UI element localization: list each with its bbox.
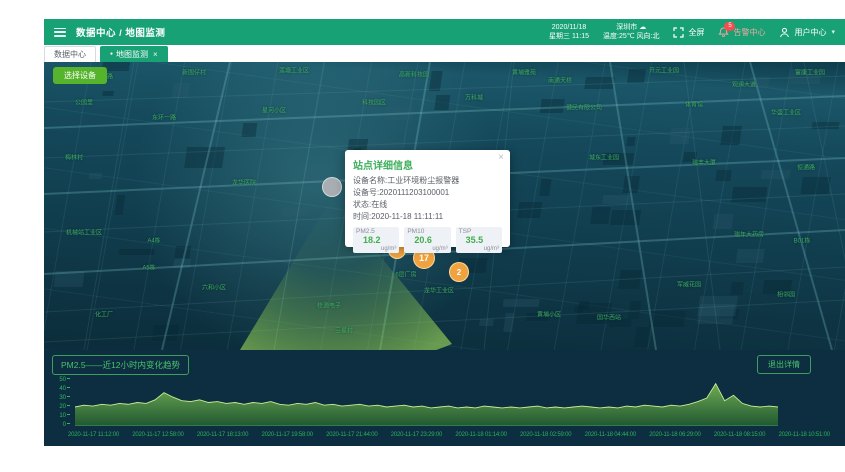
- chart-title-badge: PM2.5——近12小时内变化趋势: [52, 355, 189, 375]
- metric-value: 20.6: [414, 235, 432, 245]
- popup-info-line: 时间:2020-11-18 11:11:11: [353, 211, 502, 223]
- popup-info-line: 设备名称:工业环境粉尘报警器: [353, 175, 502, 187]
- x-axis-labels: 2020-11-17 11:12:00 2020-11-17 12:58:00 20…: [68, 432, 830, 438]
- popup-title: 站点详细信息: [353, 157, 502, 172]
- cloud-icon: ☁: [639, 24, 646, 31]
- pm25-trend-chart[interactable]: 50403020100 2020-11-17 11:12:002020-11-1…: [44, 376, 845, 446]
- fullscreen-button[interactable]: 全屏: [673, 27, 704, 38]
- exit-detail-button[interactable]: 退出详情: [757, 355, 811, 374]
- x-axis-tick-label: 2020-11-17 23:29:00: [391, 432, 442, 438]
- date-text: 2020/11/18: [549, 23, 589, 33]
- alarm-center-button[interactable]: 5 告警中心: [718, 27, 765, 38]
- top-header-bar: 数据中心 / 地图监测 2020/11/18 星期三 11:15 深圳市 ☁ 温…: [44, 19, 845, 45]
- station-detail-popup: × 站点详细信息 设备名称:工业环境粉尘报警器设备号:2020111203100…: [345, 150, 510, 247]
- x-axis-tick-label: 2020-11-18 04:44:00: [585, 432, 636, 438]
- popup-metrics-row: PM2.518.2ug/m³PM1020.6ug/m³TSP35.5ug/m³: [353, 227, 502, 253]
- x-axis-tick-label: 2020-11-17 18:13:00: [197, 432, 248, 438]
- y-axis-tick-label: 50: [44, 377, 70, 383]
- menu-toggle-icon[interactable]: [54, 28, 66, 37]
- select-device-button[interactable]: 选择设备: [53, 67, 107, 84]
- trend-chart-panel: PM2.5——近12小时内变化趋势 退出详情 50 40 30 20 10 0 2020-…: [44, 350, 845, 446]
- fullscreen-icon: [673, 27, 684, 38]
- tab-bar: 数据中心 ●地图监测 ×: [44, 46, 845, 62]
- weekday-time-text: 星期三 11:15: [549, 32, 589, 42]
- y-axis-tick-label: 20: [44, 404, 70, 410]
- user-center-label: 用户中心: [794, 27, 826, 38]
- alarm-badge: 5: [724, 22, 735, 31]
- x-axis-tick-label: 2020-11-18 06:29:00: [649, 432, 700, 438]
- x-axis-tick-label: 2020-11-17 11:12:00: [68, 432, 119, 438]
- metric-card-tsp: TSP35.5ug/m³: [456, 227, 502, 253]
- metric-name: PM2.5: [356, 228, 375, 235]
- x-axis-tick-label: 2020-11-18 01:14:00: [455, 432, 506, 438]
- alarm-center-label: 告警中心: [733, 27, 765, 38]
- active-tab-dot-icon: ●: [110, 52, 113, 57]
- metric-unit: ug/m³: [484, 246, 499, 252]
- breadcrumb: 数据中心 / 地图监测: [76, 25, 165, 39]
- map-canvas[interactable]: 罗田路新围仔村莲塘工业区高新科技园黄埔雅苑南通天桥开元工业园观澜大道富康工业园公…: [44, 62, 845, 350]
- popup-info-line: 设备号:2020111203100001: [353, 187, 502, 199]
- weather-detail-text: 温度:25℃ 风向:北: [603, 32, 659, 42]
- metric-name: TSP: [459, 228, 472, 235]
- popup-info-line: 状态:在线: [353, 199, 502, 211]
- cluster-marker[interactable]: 2: [449, 262, 469, 282]
- tab-label: 地图监测: [116, 49, 148, 60]
- metric-unit: ug/m³: [381, 246, 396, 252]
- area-chart-plot: [75, 380, 778, 428]
- popup-info-lines: 设备名称:工业环境粉尘报警器设备号:2020111203100001状态:在线时…: [353, 175, 502, 223]
- x-axis-tick-label: 2020-11-17 12:58:00: [132, 432, 183, 438]
- device-marker[interactable]: [322, 177, 342, 197]
- user-center-button[interactable]: 用户中心 ▾: [779, 27, 835, 38]
- y-axis-tick-label: 0: [44, 422, 70, 428]
- user-icon: [779, 27, 790, 38]
- x-axis-tick-label: 2020-11-18 10:51:00: [778, 432, 829, 438]
- x-axis-tick-label: 2020-11-17 21:44:00: [326, 432, 377, 438]
- chevron-down-icon[interactable]: ▾: [831, 28, 835, 36]
- y-axis-tick-label: 10: [44, 413, 70, 419]
- tab-close-icon[interactable]: ×: [153, 50, 158, 59]
- metric-name: PM10: [407, 228, 424, 235]
- metric-unit: ug/m³: [432, 246, 447, 252]
- x-axis-tick-label: 2020-11-17 19:58:00: [261, 432, 312, 438]
- x-axis-tick-label: 2020-11-18 08:15:00: [714, 432, 765, 438]
- city-text: 深圳市: [616, 24, 637, 31]
- metric-card-pm25: PM2.518.2ug/m³: [353, 227, 399, 253]
- weather-display: 深圳市 ☁ 温度:25℃ 风向:北: [603, 23, 659, 42]
- metric-value: 35.5: [466, 235, 484, 245]
- datetime-display: 2020/11/18 星期三 11:15: [549, 23, 589, 42]
- tab-map-monitor[interactable]: ●地图监测 ×: [100, 46, 168, 63]
- y-axis-tick-label: 30: [44, 395, 70, 401]
- tab-label: 数据中心: [54, 49, 86, 60]
- x-axis-tick-label: 2020-11-18 02:59:00: [520, 432, 571, 438]
- y-axis-tick-label: 40: [44, 386, 70, 392]
- metric-value: 18.2: [363, 235, 381, 245]
- close-icon[interactable]: ×: [498, 153, 504, 163]
- metric-card-pm10: PM1020.6ug/m³: [404, 227, 450, 253]
- tab-data-center[interactable]: 数据中心: [44, 46, 96, 63]
- fullscreen-label: 全屏: [688, 27, 704, 38]
